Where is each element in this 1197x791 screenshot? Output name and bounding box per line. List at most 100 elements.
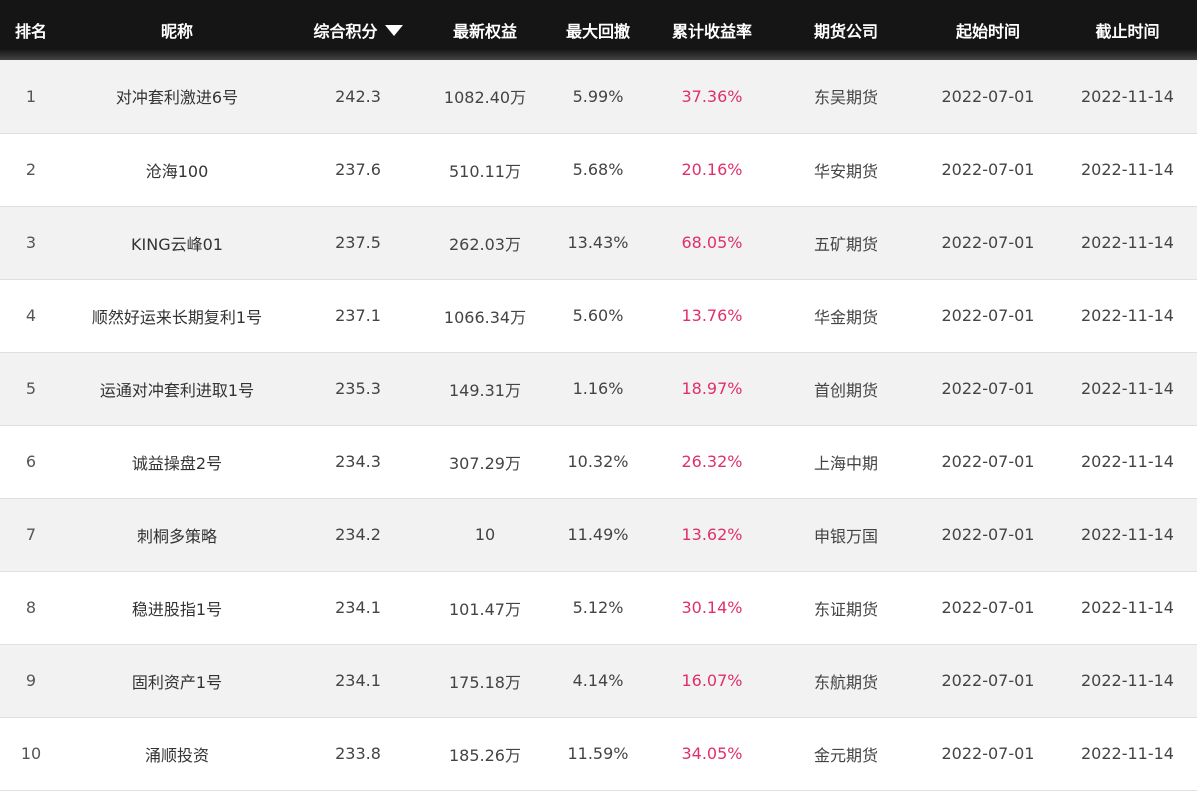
ranking-table: 排名 昵称 综合积分 最新权益 最大回撤 累计收益率 期货公司 起始时间 截止时…	[0, 0, 1197, 791]
cell-start: 2022-07-01	[941, 744, 1035, 763]
cell-name[interactable]: 顺然好运来长期复利1号	[62, 279, 292, 352]
cell-score: 234.3	[335, 452, 381, 471]
cell-end: 2022-11-14	[1081, 86, 1174, 106]
cell-return: 20.16%	[681, 160, 743, 179]
table-row: 8 稳进股指1号 234.1 101.47万 5.12% 30.14% 东证期货…	[0, 571, 1197, 644]
cell-company: 东航期货	[813, 672, 878, 692]
cell-rank: 1	[25, 86, 37, 106]
cell-name[interactable]: KING云峰01	[62, 206, 292, 279]
cell-equity: 175.18万	[449, 672, 521, 692]
header-drawdown: 最大回撤	[565, 22, 630, 41]
cell-name[interactable]: 沧海100	[62, 133, 292, 206]
cell-name[interactable]: 刺桐多策略	[62, 498, 292, 571]
cell-rank: 6	[25, 452, 37, 471]
table-header: 排名 昵称 综合积分 最新权益 最大回撤 累计收益率 期货公司 起始时间 截止时…	[0, 0, 1197, 60]
cell-equity: 262.03万	[449, 234, 521, 254]
cell-start: 2022-07-01	[941, 671, 1035, 690]
table-row: 1 对冲套利激进6号 242.3 1082.40万 5.99% 37.36% 东…	[0, 60, 1197, 133]
cell-return: 18.97%	[681, 379, 743, 398]
cell-return: 13.76%	[681, 306, 743, 325]
cell-return: 37.36%	[681, 86, 743, 106]
cell-equity: 510.11万	[449, 161, 521, 181]
cell-rank: 2	[25, 160, 37, 179]
cell-drawdown: 5.60%	[572, 306, 624, 325]
cell-end: 2022-11-14	[1081, 379, 1174, 398]
table-row: 7 刺桐多策略 234.2 10 11.49% 13.62% 申银万国 2022…	[0, 498, 1197, 571]
cell-drawdown: 11.59%	[567, 744, 629, 763]
cell-end: 2022-11-14	[1081, 671, 1174, 690]
cell-end: 2022-11-14	[1081, 306, 1174, 325]
cell-score: 242.3	[335, 86, 381, 106]
cell-name[interactable]: 稳进股指1号	[62, 571, 292, 644]
cell-equity: 1082.40万	[443, 88, 527, 108]
cell-drawdown: 4.14%	[572, 671, 624, 690]
table-row: 5 运通对冲套利进取1号 235.3 149.31万 1.16% 18.97% …	[0, 352, 1197, 425]
header-row: 排名 昵称 综合积分 最新权益 最大回撤 累计收益率 期货公司 起始时间 截止时…	[0, 0, 1197, 60]
cell-end: 2022-11-14	[1081, 160, 1174, 179]
table-row: 2 沧海100 237.6 510.11万 5.68% 20.16% 华安期货 …	[0, 133, 1197, 206]
table-body: 1 对冲套利激进6号 242.3 1082.40万 5.99% 37.36% 东…	[0, 60, 1197, 790]
cell-company: 五矿期货	[813, 234, 878, 254]
cell-name[interactable]: 对冲套利激进6号	[62, 60, 292, 133]
cell-return: 30.14%	[681, 598, 743, 617]
cell-end: 2022-11-14	[1081, 525, 1174, 544]
header-score-sort[interactable]: 综合积分	[292, 0, 424, 60]
header-company: 期货公司	[813, 22, 878, 41]
table-row: 6 诚益操盘2号 234.3 307.29万 10.32% 26.32% 上海中…	[0, 425, 1197, 498]
cell-company: 申银万国	[813, 526, 878, 546]
header-return: 累计收益率	[671, 22, 752, 41]
header-rank: 排名	[14, 22, 47, 41]
cell-start: 2022-07-01	[941, 306, 1035, 325]
table-row: 9 固利资产1号 234.1 175.18万 4.14% 16.07% 东航期货…	[0, 644, 1197, 717]
cell-start: 2022-07-01	[941, 525, 1035, 544]
cell-equity: 185.26万	[449, 745, 521, 765]
cell-start: 2022-07-01	[941, 452, 1035, 471]
cell-score: 234.2	[335, 525, 381, 544]
header-equity: 最新权益	[452, 22, 517, 41]
cell-equity: 307.29万	[449, 453, 521, 473]
cell-end: 2022-11-14	[1081, 598, 1174, 617]
cell-drawdown: 1.16%	[572, 379, 624, 398]
cell-name[interactable]: 固利资产1号	[62, 644, 292, 717]
cell-return: 68.05%	[681, 233, 743, 252]
cell-start: 2022-07-01	[941, 598, 1035, 617]
cell-company: 上海中期	[813, 453, 878, 473]
cell-end: 2022-11-14	[1081, 233, 1174, 252]
cell-return: 26.32%	[681, 452, 743, 471]
cell-score: 237.5	[335, 233, 381, 252]
cell-drawdown: 5.12%	[572, 598, 624, 617]
cell-company: 金元期货	[813, 745, 878, 765]
header-end: 截止时间	[1095, 22, 1160, 41]
cell-score: 237.6	[335, 160, 381, 179]
cell-rank: 4	[25, 306, 37, 325]
cell-score: 235.3	[335, 379, 381, 398]
cell-drawdown: 5.99%	[572, 86, 624, 106]
cell-equity: 149.31万	[449, 380, 521, 400]
cell-end: 2022-11-14	[1081, 452, 1174, 471]
cell-equity: 1066.34万	[443, 307, 527, 327]
cell-return: 34.05%	[681, 744, 743, 763]
cell-company: 华安期货	[813, 161, 878, 181]
cell-rank: 10	[20, 744, 42, 763]
cell-company: 东吴期货	[813, 88, 878, 108]
cell-rank: 7	[25, 525, 37, 544]
cell-start: 2022-07-01	[941, 160, 1035, 179]
table-row: 4 顺然好运来长期复利1号 237.1 1066.34万 5.60% 13.76…	[0, 279, 1197, 352]
cell-name[interactable]: 运通对冲套利进取1号	[62, 352, 292, 425]
cell-rank: 9	[25, 671, 37, 690]
cell-name[interactable]: 涌顺投资	[62, 717, 292, 790]
cell-equity: 101.47万	[449, 599, 521, 619]
cell-company: 首创期货	[813, 380, 878, 400]
cell-start: 2022-07-01	[941, 86, 1035, 106]
table-row: 3 KING云峰01 237.5 262.03万 13.43% 68.05% 五…	[0, 206, 1197, 279]
cell-start: 2022-07-01	[941, 233, 1035, 252]
header-name: 昵称	[160, 22, 193, 41]
cell-company: 华金期货	[813, 307, 878, 327]
header-score-label: 综合积分	[313, 22, 378, 41]
header-start: 起始时间	[955, 22, 1020, 41]
cell-drawdown: 11.49%	[567, 525, 629, 544]
cell-rank: 8	[25, 598, 37, 617]
cell-rank: 5	[25, 379, 37, 398]
cell-name[interactable]: 诚益操盘2号	[62, 425, 292, 498]
cell-score: 233.8	[335, 744, 381, 763]
